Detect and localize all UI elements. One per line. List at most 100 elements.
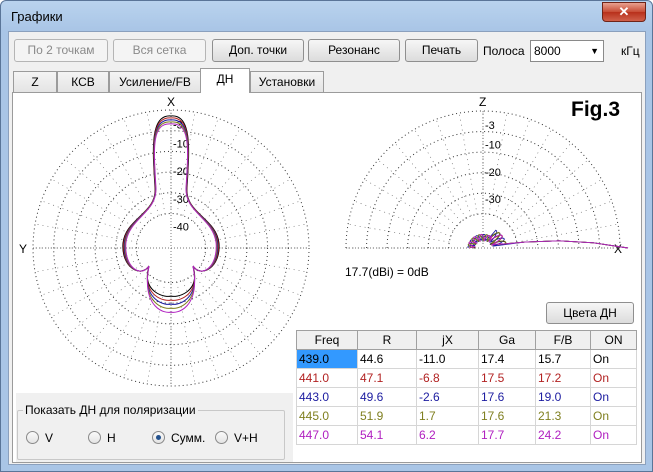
band-label: Полоса bbox=[483, 44, 525, 58]
grid-spoke bbox=[512, 179, 602, 232]
table-cell-freq[interactable]: 439.0 bbox=[296, 349, 358, 369]
grid-spoke bbox=[200, 264, 291, 318]
radio-circle bbox=[215, 431, 228, 444]
client-area: По 2 точкам Вся сетка Доп. точки Резонан… bbox=[8, 31, 646, 465]
table-cell-r[interactable]: 54.1 bbox=[357, 425, 417, 445]
grid-spoke bbox=[65, 159, 145, 227]
table-cell-jx[interactable]: 6.2 bbox=[416, 425, 479, 445]
table-cell-fb[interactable]: 17.2 bbox=[535, 368, 591, 388]
table-cell-on[interactable]: On bbox=[590, 349, 637, 369]
table-cell-r[interactable]: 44.6 bbox=[357, 349, 417, 369]
close-button[interactable]: ✕ bbox=[602, 2, 646, 22]
grid-spoke bbox=[435, 119, 472, 216]
table-cell-on[interactable]: On bbox=[590, 406, 637, 426]
tab-swr[interactable]: КСВ bbox=[57, 71, 109, 92]
pattern-panel: -3 -10 -20 -30 -40 X Y -3 -10 -20 -30 Z X Fig.3 17.… bbox=[12, 92, 642, 463]
grid-spoke bbox=[348, 223, 450, 243]
grid-spoke bbox=[182, 280, 219, 378]
grid-spoke bbox=[65, 269, 145, 337]
table-cell-freq[interactable]: 443.0 bbox=[296, 387, 358, 407]
grid-spoke bbox=[82, 274, 150, 354]
extra-points-button[interactable]: Доп. точки bbox=[212, 39, 304, 62]
grid-spoke bbox=[364, 179, 454, 232]
table-cell-ga[interactable]: 17.6 bbox=[478, 406, 536, 426]
pattern-colors-button[interactable]: Цвета ДН bbox=[546, 302, 634, 324]
table-row[interactable]: 445.0 51.9 1.7 17.6 21.3 On bbox=[296, 406, 637, 426]
whole-grid-button[interactable]: Вся сетка bbox=[113, 39, 206, 62]
table-cell-freq[interactable]: 445.0 bbox=[296, 406, 358, 426]
grid-spoke bbox=[197, 159, 277, 227]
band-select[interactable]: 8000 ▼ bbox=[530, 40, 604, 62]
table-cell-fb[interactable]: 21.3 bbox=[535, 406, 591, 426]
table-cell-on[interactable]: On bbox=[590, 387, 637, 407]
table-cell-r[interactable]: 49.6 bbox=[357, 387, 417, 407]
table-cell-fb[interactable]: 15.7 bbox=[535, 349, 591, 369]
grid-ring bbox=[345, 110, 621, 249]
table-cell-jx[interactable]: -2.6 bbox=[416, 387, 479, 407]
table-row[interactable]: 439.0 44.6 -11.0 17.4 15.7 On bbox=[296, 349, 637, 369]
tab-pattern[interactable]: ДН bbox=[200, 68, 250, 93]
horizontal-pattern-plot: -3-10-20-30-40XY bbox=[19, 95, 310, 387]
table-body: 439.0 44.6 -11.0 17.4 15.7 On 441.0 47.1 -6.8 17.… bbox=[296, 349, 637, 445]
radio-label: V bbox=[45, 431, 54, 445]
column-header[interactable]: Freq bbox=[296, 330, 358, 350]
tab-z[interactable]: Z bbox=[13, 71, 57, 92]
by-two-points-button[interactable]: По 2 точкам bbox=[14, 39, 108, 62]
resonance-button[interactable]: Резонанс bbox=[308, 39, 400, 62]
table-cell-jx[interactable]: -11.0 bbox=[416, 349, 479, 369]
table-row[interactable]: 441.0 47.1 -6.8 17.5 17.2 On bbox=[296, 368, 637, 388]
grid-ring bbox=[386, 151, 580, 249]
table-cell-ga[interactable]: 17.5 bbox=[478, 368, 536, 388]
grid-spoke bbox=[41, 259, 139, 296]
band-value: 8000 bbox=[534, 44, 561, 58]
table-row[interactable]: 447.0 54.1 6.2 17.7 24.2 On bbox=[296, 425, 637, 445]
table-cell-jx[interactable]: -6.8 bbox=[416, 368, 479, 388]
grid-spoke bbox=[354, 200, 451, 237]
axis-label-y: Y bbox=[19, 242, 27, 256]
table-cell-ga[interactable]: 17.7 bbox=[478, 425, 536, 445]
print-button[interactable]: Печать bbox=[405, 39, 478, 62]
radio-label: V+H bbox=[234, 431, 258, 445]
table-cell-freq[interactable]: 447.0 bbox=[296, 425, 358, 445]
grid-spoke bbox=[509, 159, 589, 227]
axis-label-z: Z bbox=[479, 95, 486, 109]
table-cell-fb[interactable]: 19.0 bbox=[535, 387, 591, 407]
table-cell-freq[interactable]: 441.0 bbox=[296, 368, 358, 388]
column-header[interactable]: Ga bbox=[478, 330, 536, 350]
table-cell-ga[interactable]: 17.6 bbox=[478, 387, 536, 407]
table-cell-ga[interactable]: 17.4 bbox=[478, 349, 536, 369]
table-cell-r[interactable]: 51.9 bbox=[357, 406, 417, 426]
column-header[interactable]: R bbox=[357, 330, 417, 350]
gain-reference-note: 17.7(dBi) = 0dB bbox=[345, 265, 429, 279]
grid-spoke bbox=[204, 253, 307, 273]
band-unit-label: кГц bbox=[621, 44, 640, 58]
grid-ring bbox=[448, 213, 518, 249]
table-cell-on[interactable]: On bbox=[590, 368, 637, 388]
table-cell-on[interactable]: On bbox=[590, 425, 637, 445]
ring-label: -3 bbox=[485, 120, 495, 132]
grid-spoke bbox=[197, 269, 277, 337]
table-row[interactable]: 443.0 49.6 -2.6 17.6 19.0 On bbox=[296, 387, 637, 407]
table-cell-fb[interactable]: 24.2 bbox=[535, 425, 591, 445]
grid-spoke bbox=[101, 277, 155, 368]
grid-spoke bbox=[192, 142, 260, 222]
column-header[interactable]: ON bbox=[590, 330, 637, 350]
tab-settings[interactable]: Установки bbox=[250, 71, 324, 92]
grid-spoke bbox=[203, 200, 301, 237]
column-header[interactable]: F/B bbox=[535, 330, 591, 350]
table-cell-jx[interactable]: 1.7 bbox=[416, 406, 479, 426]
tab-gain-fb[interactable]: Усиление/FB bbox=[109, 71, 201, 92]
grid-spoke bbox=[504, 142, 572, 222]
radio-label: Сумм. bbox=[171, 431, 206, 445]
table-cell-r[interactable]: 47.1 bbox=[357, 368, 417, 388]
title-bar[interactable]: Графики ✕ bbox=[1, 1, 652, 31]
grid-spoke bbox=[123, 280, 160, 378]
grid-spoke bbox=[515, 200, 612, 237]
grid-spoke bbox=[458, 113, 478, 215]
ring-label: -30 bbox=[485, 194, 501, 206]
window-title: Графики bbox=[11, 9, 63, 24]
chevron-down-icon: ▼ bbox=[590, 46, 599, 56]
radio-circle bbox=[152, 431, 165, 444]
column-header[interactable]: jX bbox=[416, 330, 479, 350]
ring-label: -40 bbox=[173, 221, 189, 233]
